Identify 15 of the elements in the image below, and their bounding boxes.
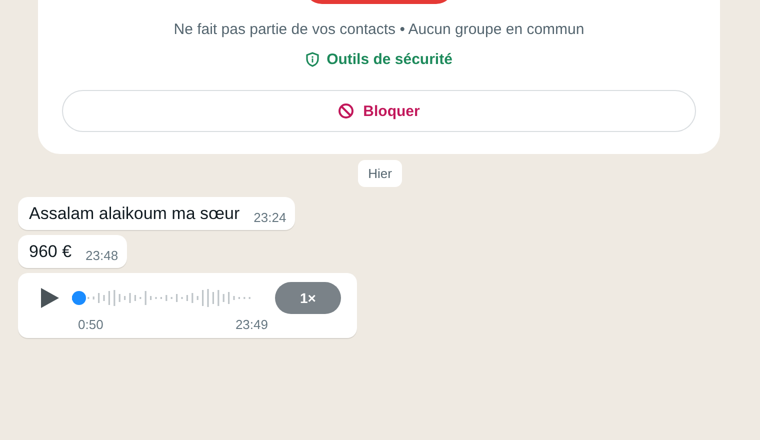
block-button[interactable]: Bloquer [62, 90, 696, 132]
playback-thumb[interactable] [72, 291, 86, 305]
message-time: 23:48 [86, 248, 118, 263]
playback-speed-button[interactable]: 1× [275, 282, 341, 314]
message-text: Assalam alaikoum ma sœur [29, 204, 240, 224]
message-time: 23:24 [254, 210, 286, 225]
voice-duration: 0:50 [78, 317, 104, 332]
message-time: 23:49 [235, 317, 268, 332]
contact-info-text: Ne fait pas partie de vos contacts • Aucun groupe en commun [174, 21, 584, 38]
safety-tools-link[interactable]: Outils de sécurité [306, 51, 452, 68]
play-icon[interactable] [40, 287, 60, 309]
block-icon [338, 103, 354, 119]
shield-icon [306, 52, 319, 67]
message-text: 960 € [29, 242, 72, 262]
date-chip: Hier [358, 160, 402, 187]
